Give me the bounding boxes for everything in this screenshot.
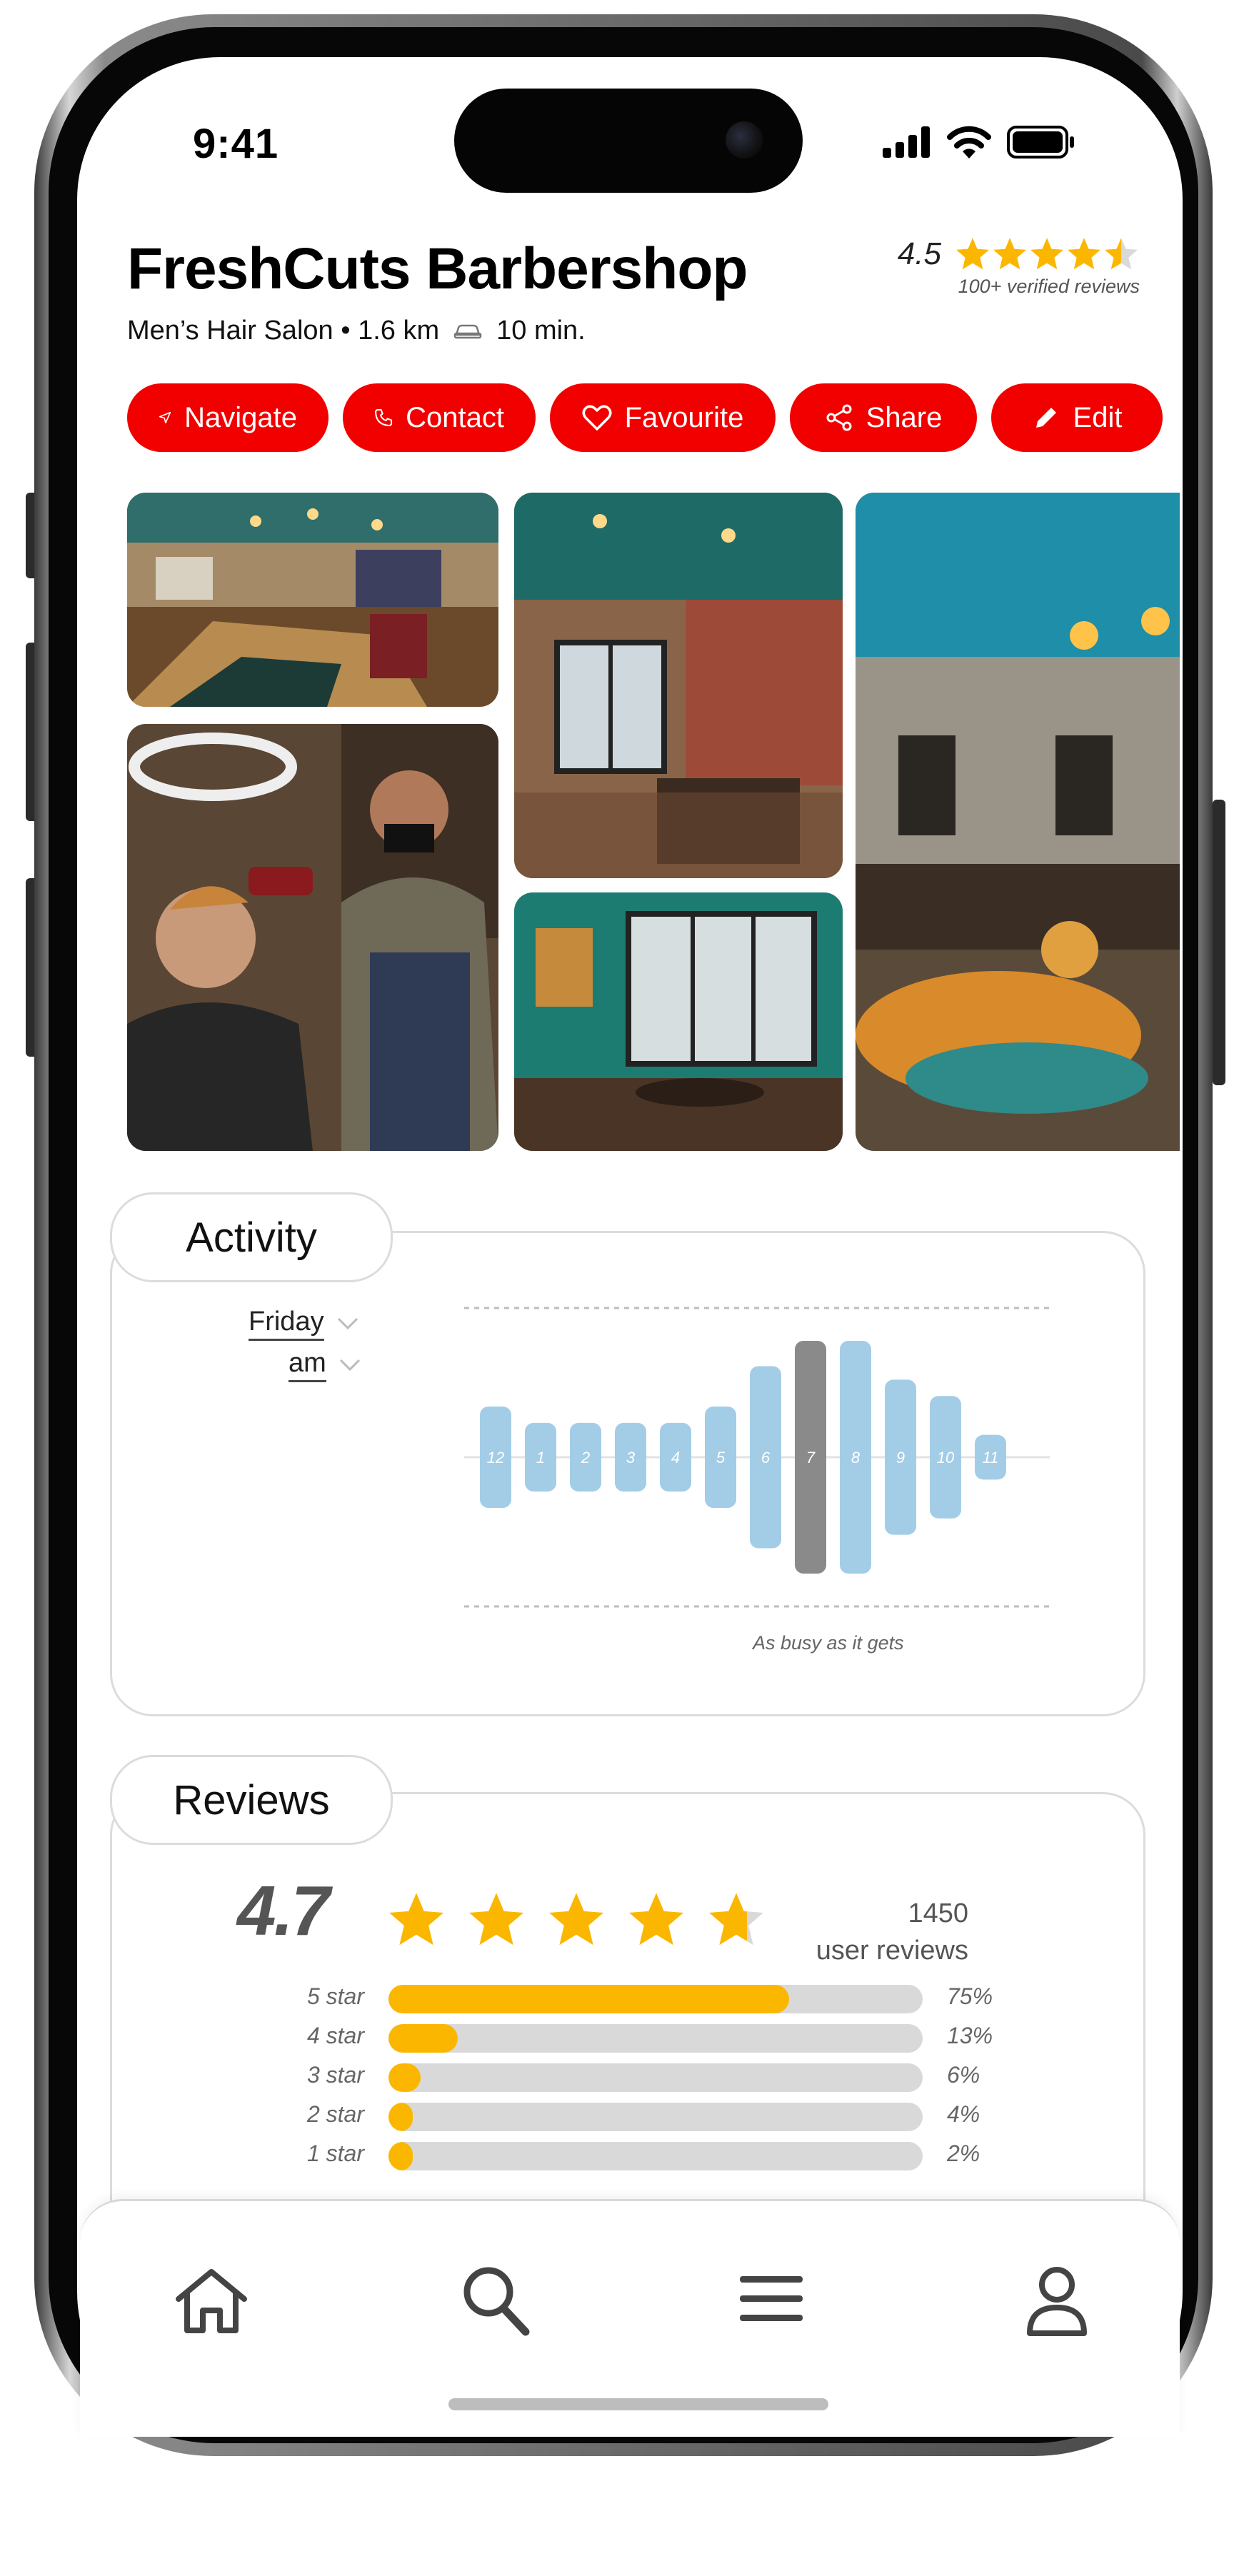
rating-bar-fill <box>388 1985 789 2013</box>
photo-brick-interior[interactable] <box>514 493 843 878</box>
rating-label: 5 star <box>306 1983 364 2009</box>
star-icon <box>709 1893 763 1946</box>
profile-icon[interactable] <box>1025 2265 1088 2336</box>
activity-bar-label: 7 <box>806 1449 816 1466</box>
menu-icon[interactable] <box>740 2276 803 2322</box>
period-selector[interactable]: am <box>289 1348 361 1382</box>
star-icon <box>1068 238 1100 270</box>
photo-window-lounge[interactable] <box>514 892 843 1151</box>
car-icon <box>453 324 482 338</box>
rating-bar-track <box>388 2024 923 2053</box>
rating-bar-track <box>388 2063 923 2092</box>
star-icon <box>469 1893 523 1946</box>
rating-summary: 4.5 100+ verified reviews <box>898 236 1140 298</box>
activity-chart: 12 1 2 3 4 5 6 7 8 9 10 11 <box>464 1307 1050 1608</box>
activity-bar-label: 5 <box>716 1449 726 1466</box>
average-rating: 4.7 <box>237 1871 330 1950</box>
edit-button[interactable]: Edit <box>991 383 1163 452</box>
business-subtitle: Men’s Hair Salon • 1.6 km 10 min. <box>127 316 586 346</box>
activity-bar-label: 11 <box>983 1449 999 1466</box>
day-value: Friday <box>249 1307 324 1341</box>
star-rating <box>954 236 1140 273</box>
rating-bar-fill <box>388 2103 413 2131</box>
rating-value: 4.5 <box>897 236 941 271</box>
star-icon <box>389 1893 443 1946</box>
action-buttons: Navigate Contact Favourite Share Edit <box>127 383 1163 452</box>
rating-label: 1 star <box>306 2140 364 2166</box>
star-icon <box>993 238 1026 270</box>
share-icon <box>826 404 852 431</box>
verified-reviews: 100+ verified reviews <box>958 276 1140 297</box>
power-button <box>1213 800 1225 1085</box>
rating-percent: 13% <box>947 2023 993 2048</box>
rating-percent: 6% <box>947 2062 980 2088</box>
rating-bar-track <box>388 2103 923 2131</box>
rating-percent: 2% <box>947 2140 980 2166</box>
share-button[interactable]: Share <box>790 383 977 452</box>
activity-bar-label: 3 <box>626 1449 636 1466</box>
activity-bar-label: 1 <box>536 1449 545 1466</box>
rating-bar-fill <box>388 2024 458 2053</box>
signal-icon <box>883 126 930 158</box>
navigate-button[interactable]: Navigate <box>127 383 328 452</box>
search-icon[interactable] <box>461 2265 530 2336</box>
rating-label: 4 star <box>306 2023 364 2048</box>
contact-button[interactable]: Contact <box>343 383 536 452</box>
activity-bar-label: 6 <box>761 1449 771 1466</box>
activity-bar-label: 2 <box>581 1449 590 1466</box>
star-icon <box>1030 238 1063 270</box>
activity-title: Activity <box>110 1192 393 1282</box>
status-icons <box>883 126 1075 159</box>
star-icon <box>629 1893 683 1946</box>
chevron-down-icon <box>337 1317 358 1330</box>
wifi-icon <box>947 126 991 159</box>
rating-bar-track <box>388 2142 923 2170</box>
day-selector[interactable]: Friday <box>249 1307 358 1341</box>
favourite-button[interactable]: Favourite <box>550 383 776 452</box>
star-icon <box>1105 238 1138 270</box>
dynamic-island <box>454 89 803 193</box>
rating-bar-fill <box>388 2063 421 2092</box>
review-star-rating <box>386 1889 767 1951</box>
home-icon[interactable] <box>174 2268 249 2335</box>
activity-caption: As busy as it gets <box>753 1632 904 1654</box>
reviews-title: Reviews <box>110 1755 393 1845</box>
phone-icon <box>375 408 393 427</box>
activity-bar-label: 12 <box>487 1449 504 1466</box>
photo-stations[interactable] <box>856 493 1180 1151</box>
activity-bar-label: 4 <box>671 1449 680 1466</box>
battery-icon <box>1007 126 1074 159</box>
rating-bar-track <box>388 1985 923 2013</box>
rating-bar-fill <box>388 2142 413 2170</box>
activity-bar-label: 10 <box>937 1449 955 1466</box>
page-title: FreshCuts Barbershop <box>127 236 748 301</box>
period-value: am <box>289 1348 326 1382</box>
star-icon <box>956 238 989 270</box>
activity-bar-label: 8 <box>851 1449 861 1466</box>
rating-percent: 4% <box>947 2101 980 2127</box>
activity-bar-label: 9 <box>896 1449 905 1466</box>
photo-salon-floor[interactable] <box>127 493 498 707</box>
rating-percent: 75% <box>947 1983 993 2009</box>
drive-time: 10 min. <box>496 316 586 346</box>
front-camera <box>726 121 763 159</box>
status-time: 9:41 <box>193 121 279 167</box>
rating-label: 3 star <box>306 2062 364 2088</box>
rating-label: 2 star <box>306 2101 364 2127</box>
chevron-down-icon <box>339 1359 360 1372</box>
business-category: Men’s Hair Salon • 1.6 km <box>127 316 440 346</box>
pencil-icon <box>1035 408 1056 428</box>
navigate-arrow-icon <box>159 411 171 424</box>
photo-barber-at-work[interactable] <box>127 724 498 1151</box>
home-indicator <box>448 2398 828 2410</box>
star-icon <box>549 1893 603 1946</box>
review-count: 1450 user reviews <box>816 1898 968 1966</box>
heart-icon <box>582 405 612 431</box>
